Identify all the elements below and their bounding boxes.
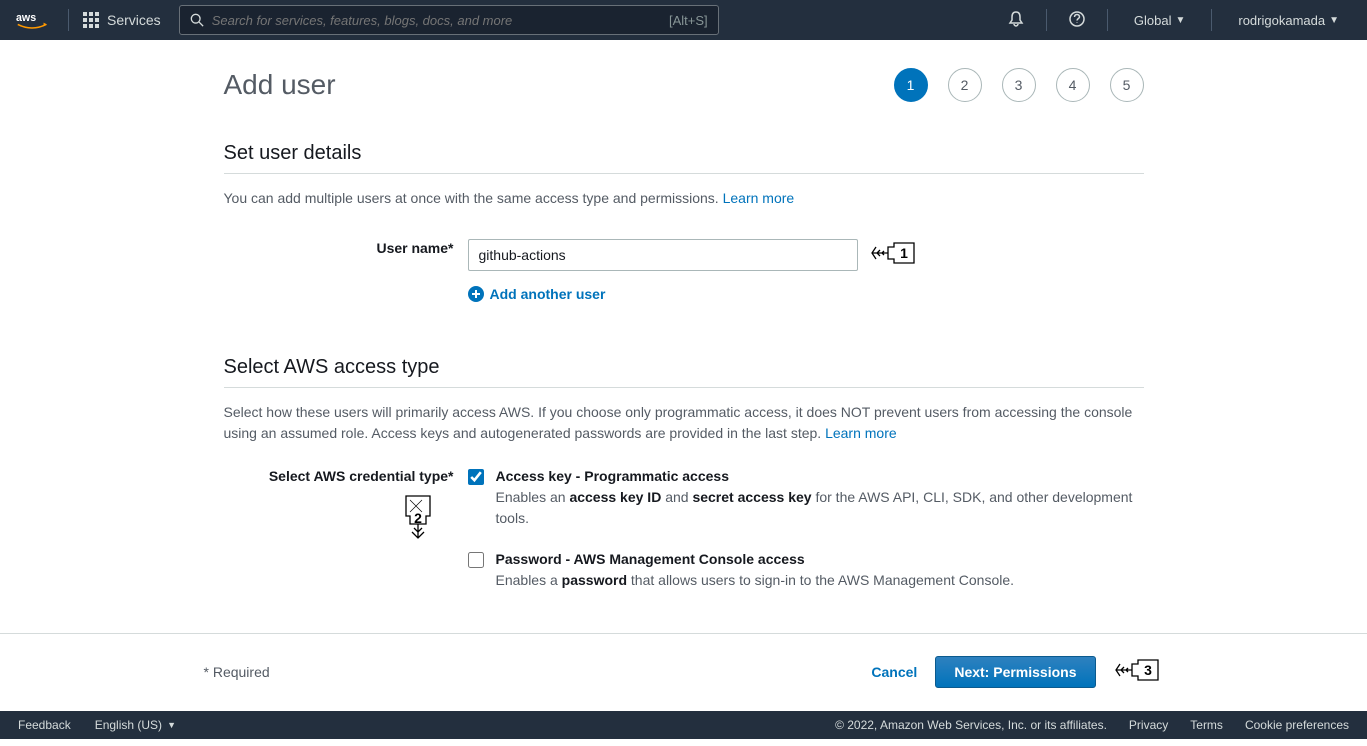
annotation-pointer-2: 2 [396,490,440,543]
grid-icon [83,12,99,28]
divider [224,387,1144,388]
region-selector[interactable]: Global ▼ [1122,13,1197,28]
console-access-title: Password - AWS Management Console access [496,551,1144,567]
access-type-desc: Select how these users will primarily ac… [224,402,1144,444]
programmatic-access-checkbox[interactable] [468,469,484,485]
help-icon [1069,11,1085,27]
username-label: User name* [224,233,468,256]
notifications-button[interactable] [1000,11,1032,30]
cookie-preferences-link[interactable]: Cookie preferences [1245,718,1349,732]
step-5[interactable]: 5 [1110,68,1144,102]
annotation-pointer-1: 1 [870,233,920,276]
next-permissions-button[interactable]: Next: Permissions [935,656,1095,688]
services-label: Services [107,12,161,28]
services-menu-button[interactable]: Services [83,12,161,28]
svg-text:aws: aws [16,12,36,24]
programmatic-access-desc: Enables an access key ID and secret acce… [496,487,1144,529]
credential-type-label: Select AWS credential type* [224,468,468,484]
account-menu[interactable]: rodrigokamada ▼ [1226,13,1351,28]
username-input[interactable] [468,239,858,271]
step-4[interactable]: 4 [1056,68,1090,102]
username-label: rodrigokamada [1238,13,1325,28]
credential-option-programmatic: Access key - Programmatic access Enables… [468,468,1144,529]
main-content: Add user 1 2 3 4 5 Set user details You … [204,40,1164,613]
wizard-steps: 1 2 3 4 5 [894,68,1144,102]
step-2[interactable]: 2 [948,68,982,102]
nav-divider [1107,9,1108,31]
console-access-desc: Enables a password that allows users to … [496,570,1144,591]
region-label: Global [1134,13,1172,28]
wizard-action-bar: * Required Cancel Next: Permissions 3 [204,634,1164,711]
set-user-details-title: Set user details [224,142,1144,165]
help-button[interactable] [1061,11,1093,30]
svg-text:3: 3 [1144,662,1152,678]
set-user-details-desc: You can add multiple users at once with … [224,188,1144,209]
caret-down-icon: ▼ [1329,15,1339,26]
bell-icon [1008,11,1024,27]
page-title: Add user [224,69,336,101]
caret-down-icon: ▼ [1175,15,1185,26]
copyright-text: © 2022, Amazon Web Services, Inc. or its… [835,718,1107,732]
nav-divider [68,9,69,31]
search-input[interactable] [212,13,661,28]
svg-text:2: 2 [414,510,422,526]
privacy-link[interactable]: Privacy [1129,718,1168,732]
language-selector[interactable]: English (US) ▼ [95,718,176,732]
page-footer: Feedback English (US) ▼ © 2022, Amazon W… [0,711,1367,739]
caret-down-icon: ▼ [167,720,176,730]
terms-link[interactable]: Terms [1190,718,1223,732]
feedback-link[interactable]: Feedback [18,718,71,732]
learn-more-link[interactable]: Learn more [723,190,795,206]
learn-more-link[interactable]: Learn more [825,425,897,441]
programmatic-access-title: Access key - Programmatic access [496,468,1144,484]
language-label: English (US) [95,718,162,732]
access-type-title: Select AWS access type [224,356,1144,379]
svg-text:1: 1 [900,245,908,261]
plus-circle-icon [468,286,484,302]
search-icon [190,13,204,27]
nav-divider [1046,9,1047,31]
search-shortcut: [Alt+S] [669,13,708,28]
cancel-button[interactable]: Cancel [871,664,917,680]
aws-logo[interactable]: aws [16,10,48,30]
annotation-pointer-3: 3 [1114,650,1164,693]
divider [224,173,1144,174]
console-access-checkbox[interactable] [468,552,484,568]
top-nav: aws Services [Alt+S] Global ▼ rodrigokam… [0,0,1367,40]
add-another-user-label: Add another user [490,286,606,302]
step-3[interactable]: 3 [1002,68,1036,102]
search-box[interactable]: [Alt+S] [179,5,719,35]
step-1[interactable]: 1 [894,68,928,102]
required-note: * Required [204,664,270,680]
nav-divider [1211,9,1212,31]
credential-option-console: Password - AWS Management Console access… [468,551,1144,591]
add-another-user-button[interactable]: Add another user [468,286,920,302]
